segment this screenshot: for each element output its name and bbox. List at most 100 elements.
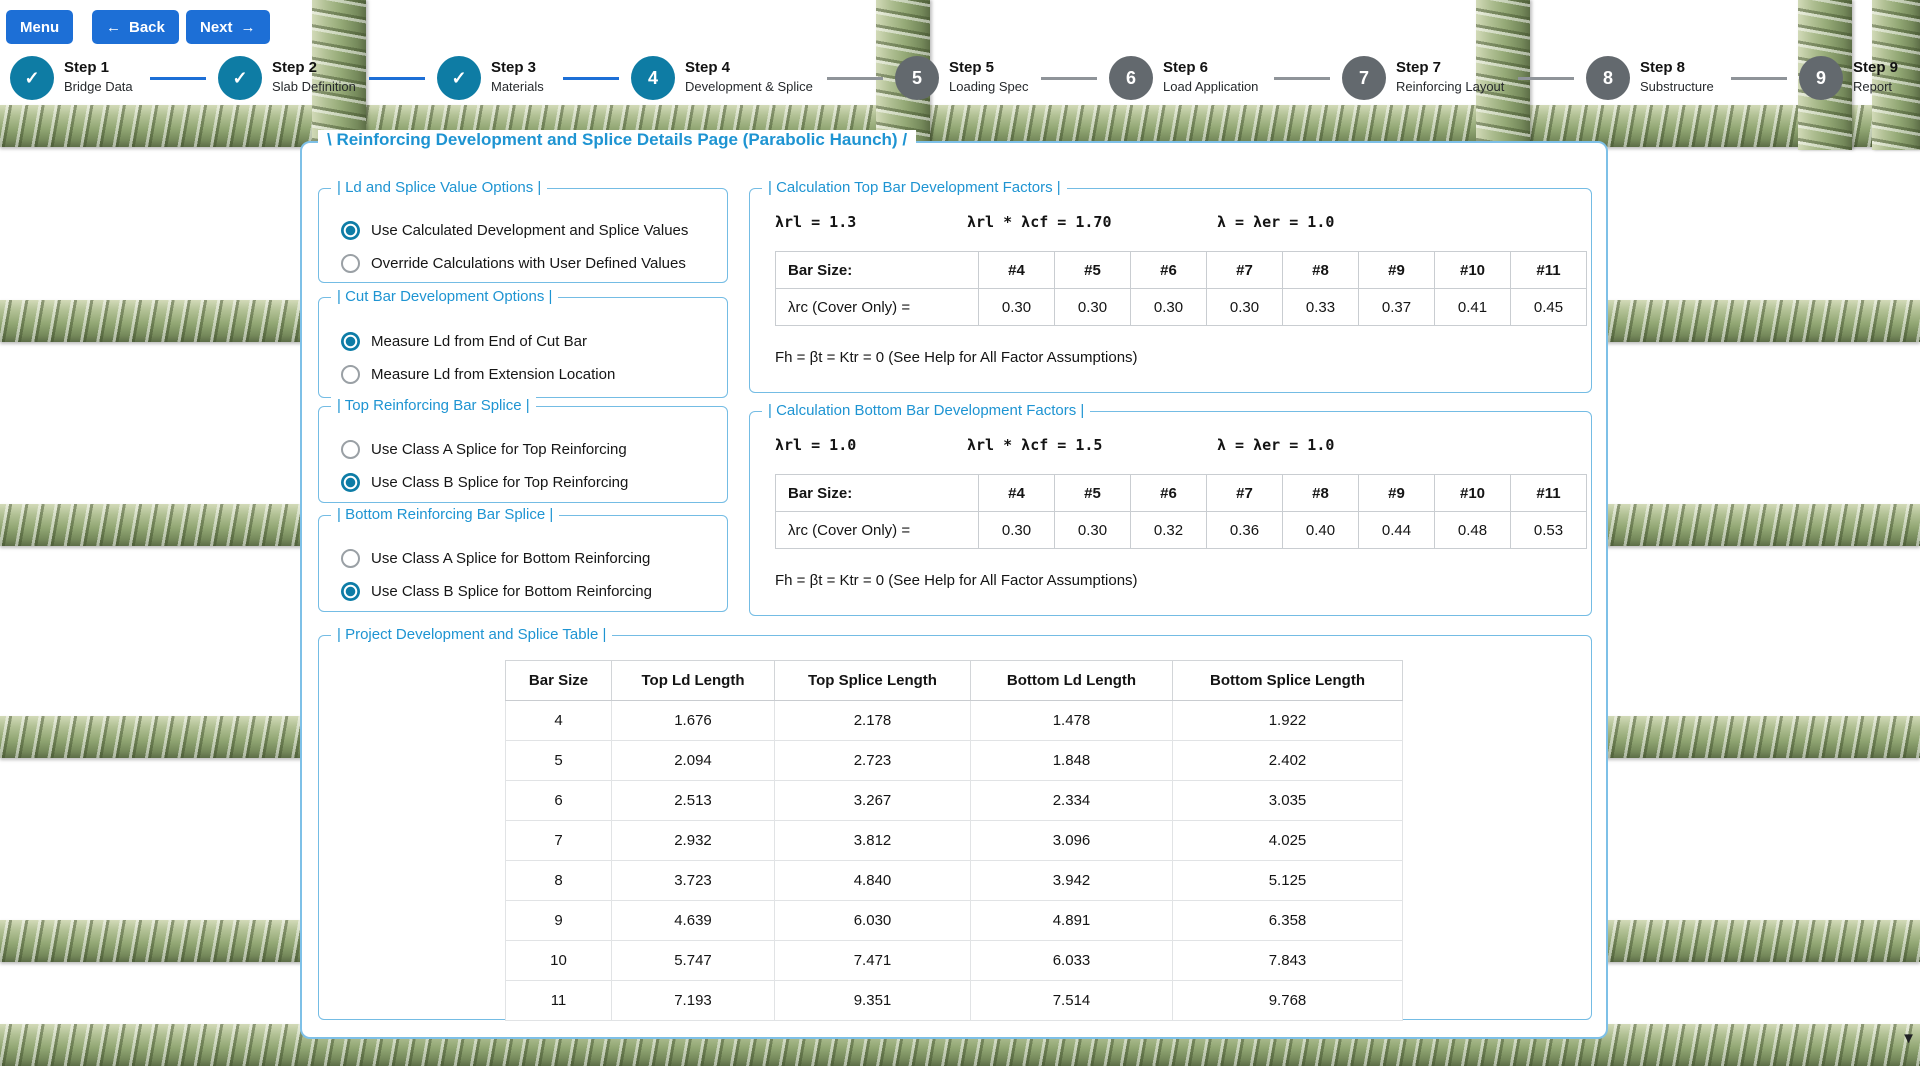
cell: 10 [506,941,612,981]
next-button[interactable]: Next → [186,10,270,44]
top-factors-table: Bar Size: #4 #5 #6 #7 #8 #9 #10 #11 λrc … [775,251,1587,326]
radio-unselected-icon[interactable] [341,365,360,384]
bottom-factors-table: Bar Size: #4 #5 #6 #7 #8 #9 #10 #11 λrc … [775,474,1587,549]
radio-unselected-icon[interactable] [341,440,360,459]
cell: 2.402 [1173,741,1403,781]
cell: 2.932 [612,821,775,861]
factor-value: 0.41 [1435,289,1511,326]
step-connector [369,77,425,80]
cell: 7.193 [612,981,775,1021]
cell: 2.334 [971,781,1173,821]
step-2-check-icon: ✓ [218,56,262,100]
factor-value: 0.48 [1435,512,1511,549]
cell: 4.840 [775,861,971,901]
lambda-rl-cf-equation: λrl * λcf = 1.5 [967,436,1217,454]
step-8-subtitle: Substructure [1640,79,1714,94]
step-connector [1731,77,1787,80]
cell: 8 [506,861,612,901]
table-row: 9 4.639 6.030 4.891 6.358 [506,901,1403,941]
table-row: 6 2.513 3.267 2.334 3.035 [506,781,1403,821]
step-5-loading-spec[interactable]: 5 Step 5 Loading Spec [895,56,1029,100]
step-3-subtitle: Materials [491,79,544,94]
step-6-subtitle: Load Application [1163,79,1258,94]
back-button[interactable]: ← Back [92,10,179,44]
radio-use-calculated-values[interactable]: Use Calculated Development and Splice Va… [341,217,727,244]
radio-unselected-icon[interactable] [341,254,360,273]
radio-label: Override Calculations with User Defined … [371,255,686,272]
factor-assumptions-note: Fh = βt = Ktr = 0 (See Help for All Fact… [775,349,1138,366]
lambda-er-equation: λ = λer = 1.0 [1217,213,1334,231]
cell: 1.676 [612,701,775,741]
project-splice-table: Bar Size Top Ld Length Top Splice Length… [505,660,1403,1021]
step-1-bridge-data[interactable]: ✓ Step 1 Bridge Data [10,56,133,100]
step-3-title: Step 3 [491,59,544,77]
cell: 6 [506,781,612,821]
step-3-materials[interactable]: ✓ Step 3 Materials [437,56,544,100]
step-4-development-splice[interactable]: 4 Step 4 Development & Splice [631,56,813,100]
col-header-top-splice: Top Splice Length [775,661,971,701]
radio-measure-ld-extension-location[interactable]: Measure Ld from Extension Location [341,361,727,388]
cell: 2.723 [775,741,971,781]
radio-selected-icon[interactable] [341,332,360,351]
radio-selected-icon[interactable] [341,582,360,601]
factor-value: 0.30 [1055,512,1131,549]
step-7-reinforcing-layout[interactable]: 7 Step 7 Reinforcing Layout [1342,56,1504,100]
radio-unselected-icon[interactable] [341,549,360,568]
radio-measure-ld-end-of-cut-bar[interactable]: Measure Ld from End of Cut Bar [341,328,727,355]
factor-value: 0.30 [979,512,1055,549]
factor-value: 0.30 [979,289,1055,326]
step-9-report[interactable]: 9 Step 9 Report [1799,56,1898,100]
table-row: λrc (Cover Only) = 0.30 0.30 0.30 0.30 0… [776,289,1587,326]
bar-size-col: #11 [1511,252,1587,289]
radio-label: Use Calculated Development and Splice Va… [371,222,688,239]
cell: 7 [506,821,612,861]
menu-button-label: Menu [20,19,59,36]
radio-class-a-bottom[interactable]: Use Class A Splice for Bottom Reinforcin… [341,545,727,572]
step-1-check-icon: ✓ [10,56,54,100]
factor-value: 0.36 [1207,512,1283,549]
step-5-title: Step 5 [949,59,1029,77]
cell: 2.513 [612,781,775,821]
step-3-check-icon: ✓ [437,56,481,100]
step-4-title: Step 4 [685,59,813,77]
step-4-number: 4 [631,56,675,100]
fieldset-legend: Bottom Reinforcing Bar Splice [331,506,559,523]
cell: 3.812 [775,821,971,861]
step-7-subtitle: Reinforcing Layout [1396,79,1504,94]
cell: 7.471 [775,941,971,981]
radio-override-user-defined[interactable]: Override Calculations with User Defined … [341,250,727,277]
cell: 6.030 [775,901,971,941]
radio-class-b-bottom[interactable]: Use Class B Splice for Bottom Reinforcin… [341,578,727,605]
factor-value: 0.32 [1131,512,1207,549]
radio-class-b-top[interactable]: Use Class B Splice for Top Reinforcing [341,469,727,496]
step-connector [827,77,883,80]
step-5-subtitle: Loading Spec [949,79,1029,94]
next-arrow-icon: → [241,19,256,36]
step-connector [563,77,619,80]
step-5-number: 5 [895,56,939,100]
step-2-slab-definition[interactable]: ✓ Step 2 Slab Definition [218,56,356,100]
step-7-number: 7 [1342,56,1386,100]
step-8-substructure[interactable]: 8 Step 8 Substructure [1586,56,1714,100]
factor-value: 0.44 [1359,512,1435,549]
step-connector [1274,77,1330,80]
step-7-title: Step 7 [1396,59,1504,77]
radio-class-a-top[interactable]: Use Class A Splice for Top Reinforcing [341,436,727,463]
bar-size-col: #5 [1055,252,1131,289]
lambda-rl-equation: λrl = 1.3 [775,213,967,231]
step-6-title: Step 6 [1163,59,1258,77]
bar-size-col: #5 [1055,475,1131,512]
table-row: λrc (Cover Only) = 0.30 0.30 0.32 0.36 0… [776,512,1587,549]
radio-selected-icon[interactable] [341,473,360,492]
bar-size-col: #9 [1359,252,1435,289]
menu-button[interactable]: Menu [6,10,73,44]
page-title: Reinforcing Development and Splice Detai… [318,130,916,150]
radio-selected-icon[interactable] [341,221,360,240]
bar-size-header: Bar Size: [776,475,979,512]
back-button-label: Back [129,19,165,36]
bar-size-col: #6 [1131,252,1207,289]
fieldset-bottom-bar-development-factors: Calculation Bottom Bar Development Facto… [749,411,1592,616]
scroll-down-arrow-icon[interactable]: ▼ [1901,1031,1916,1046]
cell: 9.768 [1173,981,1403,1021]
step-6-load-application[interactable]: 6 Step 6 Load Application [1109,56,1258,100]
